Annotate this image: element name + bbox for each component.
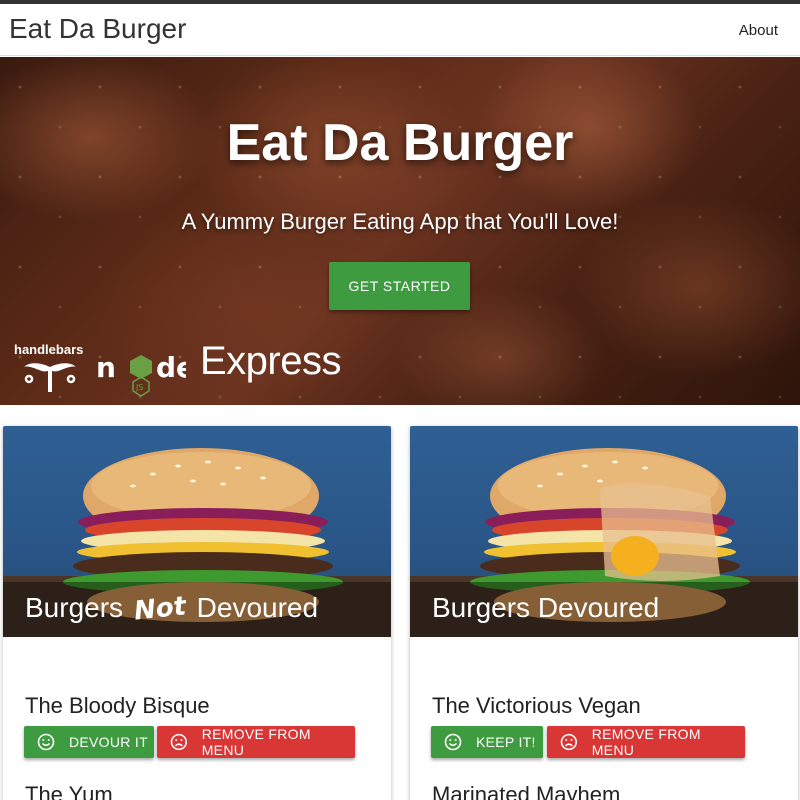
svg-text:n: n	[96, 351, 116, 384]
remove-from-menu-button[interactable]: REMOVE FROM MENU	[157, 726, 355, 758]
frown-icon	[560, 733, 578, 751]
card-title-end: Devoured	[196, 592, 319, 623]
burger-name: The Bloody Bisque	[25, 693, 210, 718]
burgers-not-devoured-card: Burgers Not Devoured The Bloody Bisque D…	[3, 426, 391, 800]
nodejs-logo: n de JS	[96, 347, 195, 397]
remove-from-menu-label: REMOVE FROM MENU	[591, 726, 701, 758]
burgers-devoured-card: Burgers Devoured The Victorious Vegan KE…	[410, 426, 798, 800]
navbar: Eat Da Burger About	[0, 4, 800, 56]
frown-icon	[170, 733, 188, 751]
keep-it-button[interactable]: KEEP IT!	[431, 726, 543, 758]
card-title-accent: Not	[132, 591, 188, 627]
burger-name: Marinated Mayhem	[432, 782, 621, 800]
smile-icon	[444, 733, 462, 751]
get-started-button[interactable]: GET STARTED	[329, 262, 470, 310]
remove-from-menu-button[interactable]: REMOVE FROM MENU	[547, 726, 745, 758]
nav-about-link[interactable]: About	[739, 22, 778, 39]
card-title-start: Burgers	[25, 592, 124, 623]
hero-banner: Eat Da Burger A Yummy Burger Eating App …	[0, 57, 800, 405]
svg-text:JS: JS	[135, 383, 143, 392]
burger-name: The Yum	[25, 782, 113, 800]
mustache-icon	[24, 363, 76, 392]
brand-logo[interactable]: Eat Da Burger	[9, 13, 186, 45]
devour-it-label: DEVOUR IT	[69, 734, 148, 750]
keep-it-label: KEEP IT!	[476, 734, 536, 750]
hero-subtitle: A Yummy Burger Eating App that You'll Lo…	[181, 209, 619, 234]
burger-name: The Victorious Vegan	[432, 693, 641, 718]
smile-icon	[37, 733, 55, 751]
handlebars-logo: handlebars	[14, 342, 86, 396]
svg-text:de: de	[156, 351, 186, 384]
devour-it-button[interactable]: DEVOUR IT	[24, 726, 154, 758]
express-logo: Express	[200, 339, 342, 383]
handlebars-logo-text: handlebars	[14, 342, 84, 357]
card-title: Burgers Not Devoured	[25, 591, 319, 627]
nodejs-icon: n de JS	[96, 351, 195, 397]
remove-from-menu-label: REMOVE FROM MENU	[201, 726, 311, 758]
hero-title: Eat Da Burger	[226, 114, 574, 172]
card-title: Burgers Devoured	[432, 592, 660, 623]
